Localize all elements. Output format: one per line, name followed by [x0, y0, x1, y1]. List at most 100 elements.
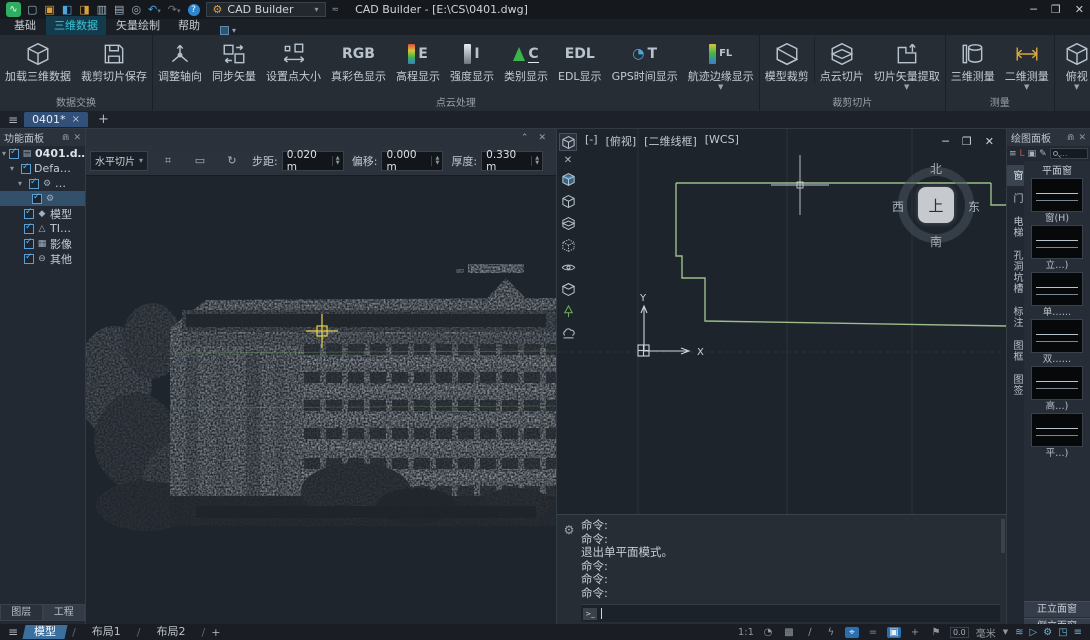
gps-time-display-button[interactable]: ◔T GPS时间显示 [607, 37, 683, 83]
close-tab-icon[interactable]: × [72, 114, 80, 125]
block-thumbnail[interactable] [1031, 225, 1083, 259]
tree-row-image[interactable]: ▦ 影像 [0, 236, 85, 251]
model-crop-button[interactable]: 模型裁剪 [760, 37, 815, 83]
wcs-control[interactable]: [WCS] [705, 133, 739, 149]
load-3d-data-button[interactable]: 加载三维数据 [0, 37, 76, 83]
edl-display-button[interactable]: EDL EDL显示 [553, 37, 607, 83]
checkbox[interactable] [24, 209, 34, 219]
wireframe-view-icon[interactable] [559, 192, 577, 210]
command-input[interactable]: >_ [581, 604, 1000, 622]
redo-icon[interactable]: ↷▾ [168, 3, 181, 16]
copy-icon[interactable]: ▥ [97, 3, 107, 16]
top-view-button[interactable]: 俯视 ▼ [1055, 37, 1090, 90]
checkbox[interactable] [24, 254, 34, 264]
quick-access-more-icon[interactable]: ≂ [332, 5, 340, 15]
class-display-button[interactable]: C 类别显示 [499, 37, 553, 83]
command-panel[interactable]: ⚙ 命令: 命令: 退出单平面模式。 命令: 命令: 命令: >_ [556, 514, 1006, 624]
view-compass[interactable]: 北 南 西 东 上 [894, 163, 978, 247]
checkbox[interactable] [29, 179, 39, 189]
rgb-display-button[interactable]: RGB 真彩色显示 [326, 37, 391, 83]
workspace-selector[interactable]: ⚙ CAD Builder ▾ [206, 2, 326, 17]
block-thumbnail[interactable] [1031, 413, 1083, 447]
compass-east[interactable]: 东 [968, 198, 980, 215]
elevation-display-button[interactable]: E 高程显示 [391, 37, 445, 83]
tab-elevator[interactable]: 电梯 [1007, 211, 1024, 243]
point-cloud-slice-button[interactable]: 点云切片 [815, 37, 869, 83]
block-thumbnail[interactable] [1031, 319, 1083, 353]
tab-vector-draw[interactable]: 矢量绘制 [108, 16, 168, 35]
block-thumbnail[interactable] [1031, 178, 1083, 212]
close-panel-icon[interactable]: ✕ [1078, 133, 1086, 143]
menu-icon[interactable]: ≡ [8, 625, 18, 639]
command-settings-gear-icon[interactable]: ⚙ [564, 523, 575, 537]
polar-tracking-icon[interactable]: ϟ [824, 627, 838, 638]
tree-row-default[interactable]: ▾ Defa… [0, 161, 85, 176]
block-thumbnail[interactable] [1031, 366, 1083, 400]
chevron-down-icon[interactable]: ▼ [1003, 628, 1008, 636]
settings-gear-icon[interactable]: ⚙ [1043, 627, 1052, 638]
section-view-icon[interactable] [559, 214, 577, 232]
undo-icon[interactable]: ↶▾ [148, 3, 161, 16]
clock-icon[interactable]: ◔ [761, 627, 775, 638]
tree-row-group[interactable]: ▾ ⚙ … [0, 176, 85, 191]
checkbox[interactable] [9, 149, 19, 159]
close-viewport-icon[interactable]: ✕ [985, 135, 994, 148]
block-thumbnail[interactable] [1031, 272, 1083, 306]
checkbox[interactable] [24, 239, 34, 249]
compass-south[interactable]: 南 [930, 233, 942, 250]
rectangle-tool-icon[interactable]: ▭ [188, 154, 212, 167]
tab-layout1[interactable]: 布局1 [82, 625, 131, 639]
viewport-2d[interactable]: Y X [-] [俯视] [二维线框] [WCS] ─ ❐ ✕ 北 南 西 东 … [556, 129, 1006, 514]
object-snap-icon[interactable]: ⌖ [845, 627, 859, 638]
view-direction-control[interactable]: [俯视] [606, 133, 637, 149]
cloud-section-icon[interactable] [559, 324, 577, 342]
cursor-select-icon[interactable]: ▷ [1029, 627, 1037, 638]
intensity-display-button[interactable]: I 强度显示 [445, 37, 499, 83]
view-cube-tool[interactable] [559, 133, 577, 151]
label-tool-icon[interactable]: L [1020, 149, 1025, 159]
tab-frame[interactable]: 图框 [1007, 335, 1024, 367]
rotate-tool-icon[interactable]: ↻ [220, 154, 244, 167]
eye-view-icon[interactable] [559, 258, 577, 276]
crop-tool-icon[interactable]: ⌗ [156, 154, 180, 168]
command-scrollbar[interactable] [1001, 519, 1005, 553]
pin-icon[interactable]: ⋒ [1067, 133, 1075, 143]
tab-titleblock[interactable]: 图签 [1007, 369, 1024, 401]
save-icon[interactable]: ◧ [62, 3, 72, 16]
block-tool-icon[interactable]: ▣ [1028, 149, 1037, 159]
caret-down-icon[interactable]: ▾ [10, 164, 18, 173]
save-as-icon[interactable]: ◨ [79, 3, 89, 16]
compass-north[interactable]: 北 [930, 160, 942, 177]
new-document-tab-button[interactable]: + [98, 112, 109, 127]
lineweight-icon[interactable]: = [866, 627, 880, 638]
scale-indicator[interactable]: 1:1 [738, 627, 754, 638]
help-icon[interactable]: ? [188, 4, 200, 16]
restore-viewport-icon[interactable]: ❐ [962, 135, 972, 148]
save-clip-slice-button[interactable]: 裁剪切片保存 [76, 37, 152, 83]
open-file-icon[interactable]: ▣ [44, 3, 54, 16]
step-spinner[interactable]: 0.020 m ▲▼ [282, 151, 344, 171]
trajectory-edge-display-button[interactable]: FL 航迹边缘显示 ▼ [683, 37, 759, 90]
preview-icon[interactable]: ◎ [131, 3, 141, 16]
ortho-mode-icon[interactable]: ∕ [803, 627, 817, 638]
isolate-objects-icon[interactable]: ≋ [1015, 627, 1023, 638]
dynamic-input-icon[interactable]: + [908, 627, 922, 638]
close-viewport-icon[interactable]: ✕ [538, 133, 546, 143]
model-space-icon[interactable]: ▣ [887, 627, 901, 638]
tree-row-file[interactable]: ▾ ▤ 0401.d… [0, 146, 85, 161]
sketch-view-icon[interactable] [559, 236, 577, 254]
grid-snap-icon[interactable]: ▩ [782, 627, 796, 638]
measure-2d-button[interactable]: 二维测量 ▼ [1000, 37, 1054, 90]
section-front-elevation[interactable]: 正立面窗 [1024, 601, 1090, 617]
measure-3d-button[interactable]: 三维测量 [946, 37, 1000, 83]
solid-view-icon[interactable] [559, 170, 577, 188]
compass-west[interactable]: 西 [892, 198, 904, 215]
new-layout-button[interactable]: + [211, 626, 220, 639]
document-tab-0401[interactable]: 0401* × [24, 112, 88, 127]
ribbon-collapse-control[interactable]: ▾ [220, 26, 236, 35]
visual-style-control[interactable]: [二维线框] [644, 133, 697, 149]
vegetation-icon[interactable] [559, 302, 577, 320]
slice-mode-dropdown[interactable]: 水平切片 ▾ [90, 151, 148, 171]
tab-help[interactable]: 帮助 [170, 16, 208, 35]
annotation-flag-icon[interactable]: ⚑ [929, 627, 943, 638]
